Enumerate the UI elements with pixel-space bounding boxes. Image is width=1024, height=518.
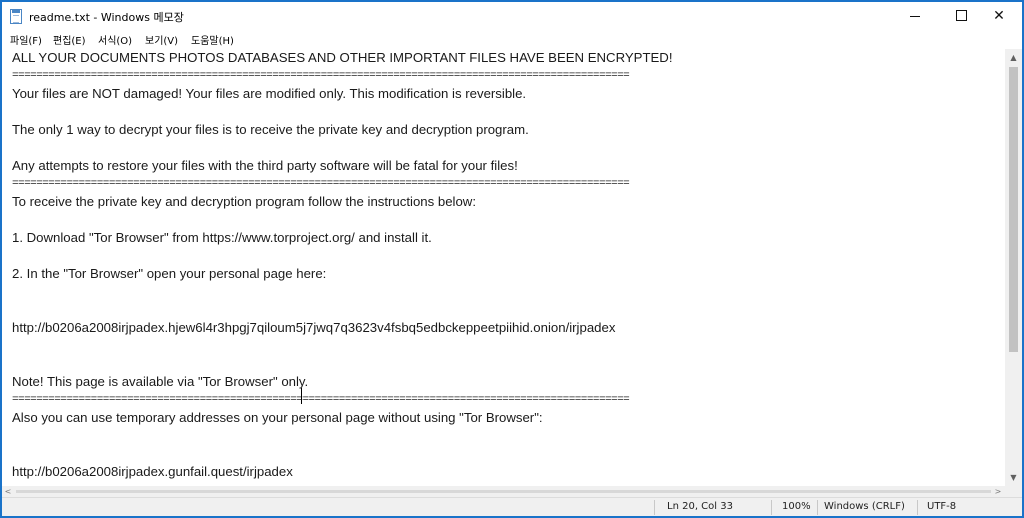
notepad-window: readme.txt - Windows 메모장 ✕ 파일(F) 편집(E) 서… bbox=[1, 1, 1023, 517]
cursor-position: Ln 20, Col 33 bbox=[667, 501, 733, 512]
menu-edit[interactable]: 편집(E) bbox=[53, 32, 86, 47]
maximize-icon bbox=[955, 9, 967, 21]
text-line: Also you can use temporary addresses on … bbox=[12, 410, 543, 425]
zoom-level: 100% bbox=[782, 501, 811, 512]
status-divider bbox=[917, 500, 918, 515]
minimize-icon bbox=[910, 15, 920, 17]
scroll-right-icon[interactable]: > bbox=[992, 486, 1004, 497]
status-divider bbox=[771, 500, 772, 515]
text-line: ALL YOUR DOCUMENTS PHOTOS DATABASES AND … bbox=[12, 50, 673, 65]
menu-format[interactable]: 서식(O) bbox=[98, 32, 132, 47]
temp-url-line: http://b0206a2008irjpadex.gunfail.quest/… bbox=[12, 464, 293, 479]
scrollbar-corner bbox=[1005, 486, 1022, 497]
menu-bar: 파일(F) 편집(E) 서식(O) 보기(V) 도움말(H) bbox=[2, 31, 1022, 49]
notepad-app-icon bbox=[10, 9, 22, 24]
line-ending: Windows (CRLF) bbox=[824, 501, 905, 512]
onion-url-line: http://b0206a2008irjpadex.hjew6l4r3hpgj7… bbox=[12, 320, 616, 335]
window-title: readme.txt - Windows 메모장 bbox=[29, 11, 184, 24]
text-line: Your files are NOT damaged! Your files a… bbox=[12, 86, 527, 101]
horizontal-scroll-thumb[interactable] bbox=[16, 490, 991, 493]
vertical-scroll-thumb[interactable] bbox=[1009, 67, 1018, 352]
separator-line: ========================================… bbox=[12, 178, 630, 190]
title-bar[interactable]: readme.txt - Windows 메모장 ✕ bbox=[2, 2, 1022, 31]
text-line: The only 1 way to decrypt your files is … bbox=[12, 122, 529, 137]
menu-help[interactable]: 도움말(H) bbox=[191, 32, 234, 47]
menu-view[interactable]: 보기(V) bbox=[145, 32, 178, 47]
vertical-scrollbar[interactable]: ▲ ▼ bbox=[1005, 49, 1022, 486]
scroll-up-icon[interactable]: ▲ bbox=[1005, 49, 1022, 66]
text-line: 2. In the "Tor Browser" open your person… bbox=[12, 266, 327, 281]
menu-file[interactable]: 파일(F) bbox=[10, 32, 42, 47]
scroll-left-icon[interactable]: < bbox=[2, 486, 14, 497]
status-divider bbox=[817, 500, 818, 515]
minimize-button[interactable] bbox=[892, 2, 938, 31]
horizontal-scrollbar[interactable]: < > bbox=[2, 486, 1005, 497]
separator-line: ========================================… bbox=[12, 70, 630, 82]
close-button[interactable]: ✕ bbox=[976, 2, 1022, 31]
scroll-down-icon[interactable]: ▼ bbox=[1005, 469, 1022, 486]
text-caret bbox=[301, 388, 302, 404]
text-line: To receive the private key and decryptio… bbox=[12, 194, 476, 209]
text-line: 1. Download "Tor Browser" from https://w… bbox=[12, 230, 432, 245]
encoding: UTF-8 bbox=[927, 501, 957, 512]
status-bar: Ln 20, Col 33 100% Windows (CRLF) UTF-8 bbox=[2, 497, 1022, 516]
close-icon: ✕ bbox=[993, 8, 1005, 24]
status-divider bbox=[654, 500, 655, 515]
text-editor-area[interactable]: ALL YOUR DOCUMENTS PHOTOS DATABASES AND … bbox=[2, 49, 1005, 486]
separator-line: ========================================… bbox=[12, 394, 630, 406]
text-line: Any attempts to restore your files with … bbox=[12, 158, 518, 173]
text-line: Note! This page is available via "Tor Br… bbox=[12, 374, 309, 389]
